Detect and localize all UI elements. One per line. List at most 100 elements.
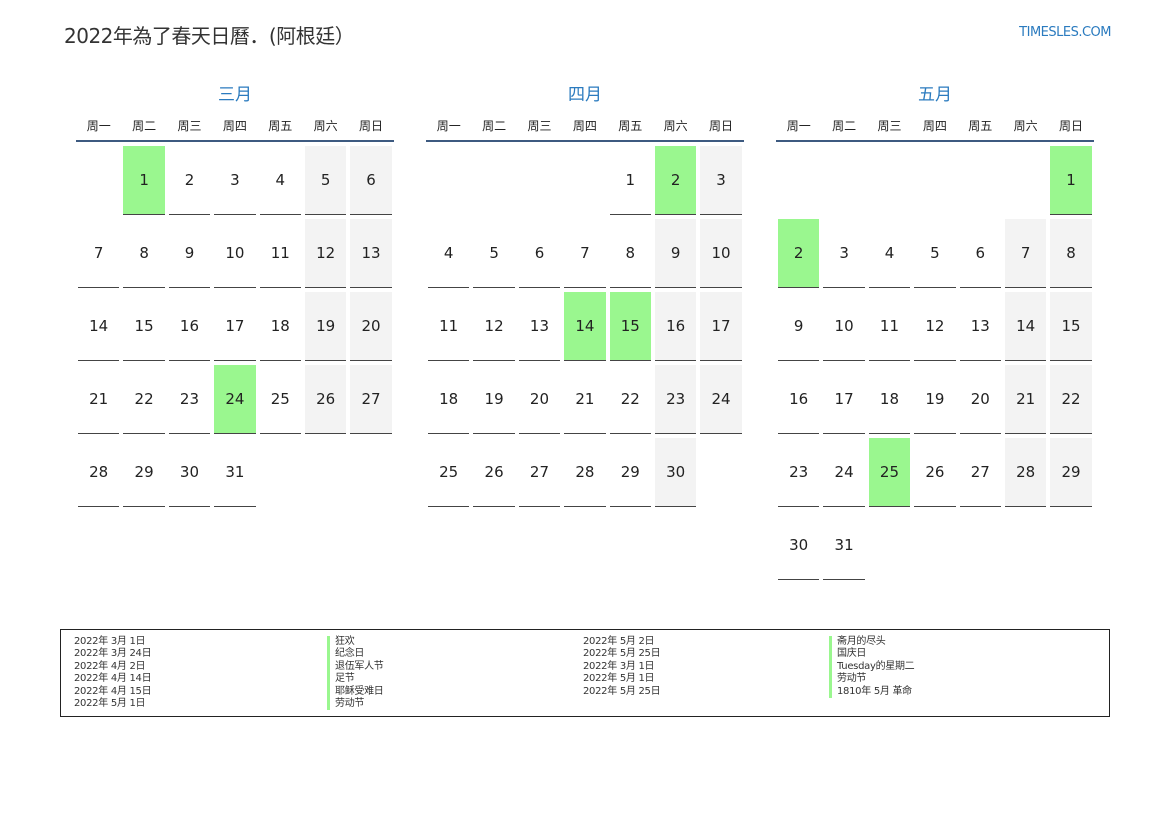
day-cell[interactable]: 4 <box>259 146 301 215</box>
day-cell[interactable]: 16 <box>778 365 820 434</box>
day-cell[interactable]: 9 <box>654 219 697 288</box>
day-cell[interactable]: 12 <box>473 292 515 361</box>
day-cell[interactable]: 2 <box>654 146 697 215</box>
day-cell[interactable]: 2 <box>778 219 820 288</box>
day-cell[interactable]: 14 <box>1004 292 1047 361</box>
day-cell[interactable]: 29 <box>1050 438 1092 507</box>
day-cell[interactable]: 11 <box>428 292 470 361</box>
day-cell[interactable]: 30 <box>168 438 211 507</box>
day-cell[interactable]: 7 <box>1004 219 1047 288</box>
day-cell[interactable]: 14 <box>564 292 606 361</box>
day-cell[interactable]: 1 <box>609 146 651 215</box>
day-cell[interactable]: 24 <box>823 438 865 507</box>
day-cell[interactable]: 21 <box>78 365 120 434</box>
day-cell[interactable]: 7 <box>78 219 120 288</box>
day-cell[interactable]: 20 <box>959 365 1001 434</box>
day-cell[interactable]: 8 <box>609 219 651 288</box>
day-cell[interactable]: 10 <box>823 292 865 361</box>
day-cell[interactable]: 19 <box>304 292 347 361</box>
day-cell[interactable]: 22 <box>123 365 165 434</box>
day-cell[interactable]: 28 <box>78 438 120 507</box>
day-cell[interactable]: 22 <box>1050 365 1092 434</box>
day-cell[interactable]: 10 <box>700 219 742 288</box>
day-cell[interactable]: 3 <box>823 219 865 288</box>
day-cell[interactable]: 17 <box>700 292 742 361</box>
day-cell[interactable]: 29 <box>609 438 651 507</box>
day-cell[interactable]: 13 <box>350 219 392 288</box>
day-cell[interactable]: 22 <box>609 365 651 434</box>
day-cell[interactable]: 14 <box>78 292 120 361</box>
day-cell[interactable]: 27 <box>518 438 561 507</box>
day-cell[interactable]: 12 <box>914 292 956 361</box>
day-cell[interactable]: 6 <box>959 219 1001 288</box>
day-cell[interactable]: 15 <box>609 292 651 361</box>
weekday-header: 周一 周二 周三 周四 周五 周六 周日 <box>426 116 744 142</box>
day-cell[interactable]: 13 <box>518 292 561 361</box>
day-cell[interactable]: 13 <box>959 292 1001 361</box>
day-number: 2 <box>670 171 681 189</box>
day-cell[interactable]: 19 <box>473 365 515 434</box>
day-cell[interactable]: 8 <box>123 219 165 288</box>
day-cell[interactable]: 30 <box>654 438 697 507</box>
day-cell[interactable]: 10 <box>214 219 256 288</box>
day-cell[interactable]: 24 <box>214 365 256 434</box>
day-cell[interactable]: 23 <box>168 365 211 434</box>
day-number: 2 <box>184 171 195 189</box>
site-link[interactable]: TIMESLES.COM <box>1019 25 1111 40</box>
day-cell[interactable]: 18 <box>259 292 301 361</box>
day-cell[interactable]: 9 <box>168 219 211 288</box>
day-cell[interactable]: 26 <box>304 365 347 434</box>
day-cell[interactable]: 27 <box>350 365 392 434</box>
day-cell[interactable]: 25 <box>868 438 911 507</box>
day-cell[interactable]: 5 <box>914 219 956 288</box>
day-cell[interactable]: 31 <box>214 438 256 507</box>
day-cell[interactable]: 7 <box>564 219 606 288</box>
day-cell[interactable]: 17 <box>214 292 256 361</box>
day-number: 23 <box>179 390 200 408</box>
day-cell[interactable]: 3 <box>700 146 742 215</box>
day-cell[interactable]: 25 <box>259 365 301 434</box>
day-cell[interactable]: 5 <box>304 146 347 215</box>
day-cell[interactable]: 31 <box>823 511 865 580</box>
day-cell[interactable]: 21 <box>1004 365 1047 434</box>
day-cell[interactable]: 6 <box>350 146 392 215</box>
day-cell[interactable]: 6 <box>518 219 561 288</box>
legend-names-col2: 斋月的尽头 国庆日 Tuesday的星期二 劳动节 1810年 5月 革命 <box>829 636 915 699</box>
day-cell[interactable]: 27 <box>959 438 1001 507</box>
day-cell[interactable]: 17 <box>823 365 865 434</box>
day-cell[interactable]: 3 <box>214 146 256 215</box>
day-cell[interactable]: 19 <box>914 365 956 434</box>
day-cell[interactable]: 11 <box>868 292 911 361</box>
day-cell[interactable]: 28 <box>1004 438 1047 507</box>
day-cell[interactable]: 30 <box>778 511 820 580</box>
day-cell[interactable]: 8 <box>1050 219 1092 288</box>
day-cell[interactable]: 16 <box>168 292 211 361</box>
day-cell[interactable]: 18 <box>868 365 911 434</box>
day-cell[interactable]: 12 <box>304 219 347 288</box>
day-cell[interactable]: 28 <box>564 438 606 507</box>
day-cell[interactable]: 2 <box>168 146 211 215</box>
day-cell[interactable]: 20 <box>518 365 561 434</box>
day-cell[interactable]: 26 <box>473 438 515 507</box>
day-cell[interactable]: 25 <box>428 438 470 507</box>
day-cell[interactable]: 1 <box>1050 146 1092 215</box>
empty-cell <box>473 146 514 214</box>
day-cell[interactable]: 29 <box>123 438 165 507</box>
day-cell[interactable]: 11 <box>259 219 301 288</box>
day-cell[interactable]: 23 <box>778 438 820 507</box>
day-cell[interactable]: 9 <box>778 292 820 361</box>
day-cell[interactable]: 20 <box>350 292 392 361</box>
day-cell[interactable]: 18 <box>428 365 470 434</box>
day-cell[interactable]: 21 <box>564 365 606 434</box>
day-cell[interactable]: 15 <box>123 292 165 361</box>
day-cell[interactable]: 15 <box>1050 292 1092 361</box>
day-cell[interactable]: 26 <box>914 438 956 507</box>
day-cell[interactable]: 4 <box>428 219 470 288</box>
day-cell[interactable]: 1 <box>123 146 165 215</box>
day-cell[interactable]: 5 <box>473 219 515 288</box>
day-cell[interactable]: 4 <box>868 219 911 288</box>
day-cell[interactable]: 23 <box>654 365 697 434</box>
day-cell[interactable]: 16 <box>654 292 697 361</box>
day-cell[interactable]: 24 <box>700 365 742 434</box>
day-number: 26 <box>925 463 945 481</box>
